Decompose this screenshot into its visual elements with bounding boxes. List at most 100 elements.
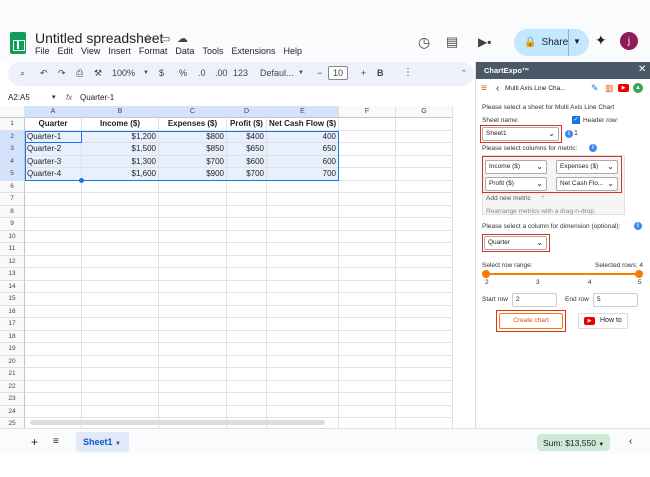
empty-cell[interactable] (396, 205, 453, 218)
empty-cell[interactable] (396, 405, 453, 418)
empty-cell[interactable] (396, 318, 453, 331)
data-cell[interactable]: Quarter-1 (25, 130, 82, 143)
empty-cell[interactable] (396, 268, 453, 281)
empty-cell[interactable] (396, 293, 453, 306)
empty-cell[interactable] (82, 330, 159, 343)
empty-cell[interactable] (267, 393, 339, 406)
header-row-checkbox[interactable]: ✓ (572, 116, 580, 124)
empty-cell[interactable] (339, 118, 396, 131)
empty-cell[interactable] (267, 218, 339, 231)
all-sheets-icon[interactable]: ≡ (53, 436, 59, 447)
zoom-chevron-icon[interactable]: ▼ (143, 70, 149, 76)
empty-cell[interactable] (82, 205, 159, 218)
increase-decimal-button[interactable]: .00 (215, 68, 228, 78)
empty-cell[interactable] (159, 343, 227, 356)
menu-insert[interactable]: Insert (108, 46, 131, 56)
empty-cell[interactable] (159, 380, 227, 393)
horizontal-scrollbar[interactable] (30, 420, 325, 425)
empty-cell[interactable] (339, 243, 396, 256)
add-metric-button[interactable]: Add new metric (486, 195, 531, 202)
empty-cell[interactable] (25, 280, 82, 293)
metric-select-2[interactable]: Expenses ($) ⌄ (556, 160, 618, 174)
empty-cell[interactable] (396, 280, 453, 293)
data-cell[interactable]: $700 (159, 155, 227, 168)
header-cell[interactable]: Expenses ($) (159, 118, 227, 131)
menu-data[interactable]: Data (175, 46, 194, 56)
font-size-input[interactable]: 10 (328, 66, 349, 80)
empty-cell[interactable] (267, 280, 339, 293)
row-header-6[interactable]: 6 (0, 180, 25, 193)
percent-format-button[interactable]: % (179, 68, 187, 78)
empty-cell[interactable] (267, 243, 339, 256)
empty-cell[interactable] (227, 393, 267, 406)
header-cell[interactable]: Income ($) (82, 118, 159, 131)
comments-icon[interactable]: ▤ (446, 34, 458, 50)
column-header-b[interactable]: B (82, 106, 159, 118)
data-cell[interactable]: $1,300 (82, 155, 159, 168)
row-header-10[interactable]: 10 (0, 230, 25, 243)
name-box-chevron-icon[interactable]: ▾ (52, 93, 56, 101)
empty-cell[interactable] (339, 355, 396, 368)
empty-cell[interactable] (267, 355, 339, 368)
youtube-icon[interactable]: ▶ (618, 84, 629, 92)
search-icon[interactable]: ⌕ (20, 68, 25, 79)
more-formats-button[interactable]: 123 (233, 68, 248, 78)
empty-cell[interactable] (82, 268, 159, 281)
name-box[interactable]: A2:A5 (8, 93, 30, 102)
empty-cell[interactable] (396, 180, 453, 193)
decrease-decimal-button[interactable]: .0 (198, 68, 206, 78)
menu-extensions[interactable]: Extensions (231, 46, 275, 56)
empty-cell[interactable] (227, 280, 267, 293)
empty-cell[interactable] (227, 230, 267, 243)
side-panel-toggle-icon[interactable]: ‹ (629, 436, 632, 447)
empty-cell[interactable] (267, 368, 339, 381)
empty-cell[interactable] (396, 130, 453, 143)
empty-cell[interactable] (339, 218, 396, 231)
empty-cell[interactable] (396, 118, 453, 131)
font-select[interactable]: Defaul... (260, 68, 294, 78)
data-cell[interactable]: 400 (267, 130, 339, 143)
empty-cell[interactable] (159, 180, 227, 193)
column-header-a[interactable]: A (25, 106, 82, 118)
decrease-font-size-button[interactable]: − (317, 68, 322, 78)
data-cell[interactable]: 600 (267, 155, 339, 168)
row-header-16[interactable]: 16 (0, 305, 25, 318)
how-to-button[interactable]: ▶ How to (578, 313, 628, 329)
bold-button[interactable]: B (377, 68, 384, 78)
empty-cell[interactable] (82, 193, 159, 206)
empty-cell[interactable] (267, 293, 339, 306)
menu-view[interactable]: View (81, 46, 100, 56)
empty-cell[interactable] (25, 368, 82, 381)
empty-cell[interactable] (82, 243, 159, 256)
empty-cell[interactable] (339, 155, 396, 168)
empty-cell[interactable] (267, 205, 339, 218)
empty-cell[interactable] (339, 130, 396, 143)
empty-cell[interactable] (25, 318, 82, 331)
collapse-toolbar-icon[interactable]: ⌃ (461, 69, 467, 77)
data-cell[interactable]: $650 (227, 143, 267, 156)
empty-cell[interactable] (339, 193, 396, 206)
print-icon[interactable]: ⎙ (76, 68, 83, 79)
empty-cell[interactable] (25, 268, 82, 281)
row-range-slider[interactable] (485, 273, 640, 275)
empty-cell[interactable] (267, 180, 339, 193)
data-cell[interactable]: $400 (227, 130, 267, 143)
share-dropdown-icon[interactable]: ▼ (573, 37, 581, 46)
move-folder-icon[interactable]: ▭ (160, 32, 170, 45)
empty-cell[interactable] (396, 243, 453, 256)
end-row-input[interactable]: 5 (593, 293, 638, 307)
empty-cell[interactable] (25, 293, 82, 306)
empty-cell[interactable] (82, 393, 159, 406)
empty-cell[interactable] (267, 405, 339, 418)
empty-cell[interactable] (25, 230, 82, 243)
upgrade-icon[interactable]: ▲ (633, 83, 643, 93)
gemini-icon[interactable]: ✦ (595, 32, 607, 49)
undo-icon[interactable]: ↶ (40, 68, 48, 79)
spreadsheet-grid[interactable]: A B C D E F G 1 2 3 4 5 6 7 8 9 10 11 12 13 14 15 16 17 18 19 20 21… (0, 106, 475, 431)
formula-input[interactable]: Quarter-1 (80, 93, 114, 102)
row-header-9[interactable]: 9 (0, 218, 25, 231)
menu-format[interactable]: Format (139, 46, 168, 56)
empty-cell[interactable] (227, 405, 267, 418)
data-cell[interactable]: $1,600 (82, 168, 159, 181)
empty-cell[interactable] (82, 255, 159, 268)
